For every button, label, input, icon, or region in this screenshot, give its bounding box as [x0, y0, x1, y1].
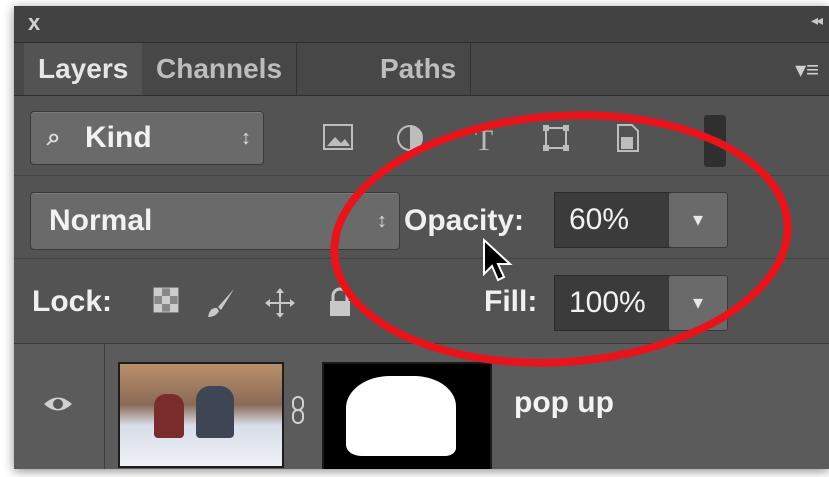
layer-mask-thumbnail[interactable] — [322, 362, 492, 469]
filter-row: ⌕ Kind ↕ T — [14, 103, 829, 176]
pixel-layer-filter-icon[interactable] — [320, 123, 356, 159]
search-icon: ⌕ — [47, 124, 61, 151]
opacity-slider-button[interactable]: ▾ — [668, 192, 728, 248]
panel-titlebar: x ◂◂ — [14, 6, 829, 43]
thumbnail-figure — [154, 394, 184, 438]
adjustment-layer-filter-icon[interactable] — [392, 123, 428, 159]
mask-white-area — [346, 376, 456, 456]
layer-thumbnail[interactable] — [118, 362, 284, 468]
blend-mode-value: Normal — [49, 204, 153, 237]
tab-channels[interactable]: Channels — [142, 43, 298, 95]
lock-image-pixels-icon[interactable] — [204, 287, 236, 319]
layer-row[interactable]: pop up — [14, 344, 829, 469]
thumbnail-figure — [196, 386, 234, 438]
panel-tabs: Layers Channels Paths ▾≡ — [14, 43, 829, 96]
blend-row: Normal ↕ Opacity: 60% ▾ — [14, 178, 829, 259]
fill-input[interactable]: 100% — [554, 275, 682, 331]
filter-kind-dropdown[interactable]: ⌕ Kind ↕ — [30, 111, 264, 165]
type-layer-filter-icon[interactable]: T — [466, 123, 502, 159]
lock-all-icon[interactable] — [324, 287, 356, 319]
visibility-column — [14, 344, 105, 469]
filter-kind-label: Kind — [85, 121, 152, 154]
lock-transparent-pixels-icon[interactable] — [150, 287, 182, 319]
lock-position-icon[interactable] — [264, 287, 296, 319]
dropdown-arrows-icon: ↕ — [241, 127, 251, 149]
mouse-cursor-icon — [483, 238, 513, 282]
layer-name[interactable]: pop up — [514, 386, 614, 420]
lock-label: Lock: — [32, 285, 113, 318]
blend-mode-dropdown[interactable]: Normal ↕ — [30, 192, 400, 250]
close-panel-icon[interactable]: x — [28, 10, 40, 36]
opacity-input[interactable]: 60% — [554, 192, 682, 248]
layers-panel: x ◂◂ Layers Channels Paths ▾≡ ⌕ Kind ↕ T… — [14, 6, 829, 469]
dropdown-arrows-icon: ↕ — [377, 210, 387, 232]
panel-menu-icon[interactable]: ▾≡ — [795, 57, 819, 83]
collapse-panel-icon[interactable]: ◂◂ — [811, 12, 823, 29]
link-chain-icon[interactable] — [290, 396, 306, 426]
smart-object-filter-icon[interactable] — [610, 123, 646, 159]
shape-layer-filter-icon[interactable] — [538, 123, 574, 159]
opacity-label: Opacity: — [404, 204, 525, 237]
tab-paths[interactable]: Paths — [366, 43, 472, 95]
eye-visibility-icon[interactable] — [42, 390, 74, 422]
fill-slider-button[interactable]: ▾ — [668, 275, 728, 331]
lock-row: Lock: Fill: 100% ▾ — [14, 261, 829, 344]
fill-label: Fill: — [484, 285, 538, 318]
filter-toggle-switch[interactable] — [704, 115, 726, 167]
tab-layers[interactable]: Layers — [24, 43, 143, 95]
